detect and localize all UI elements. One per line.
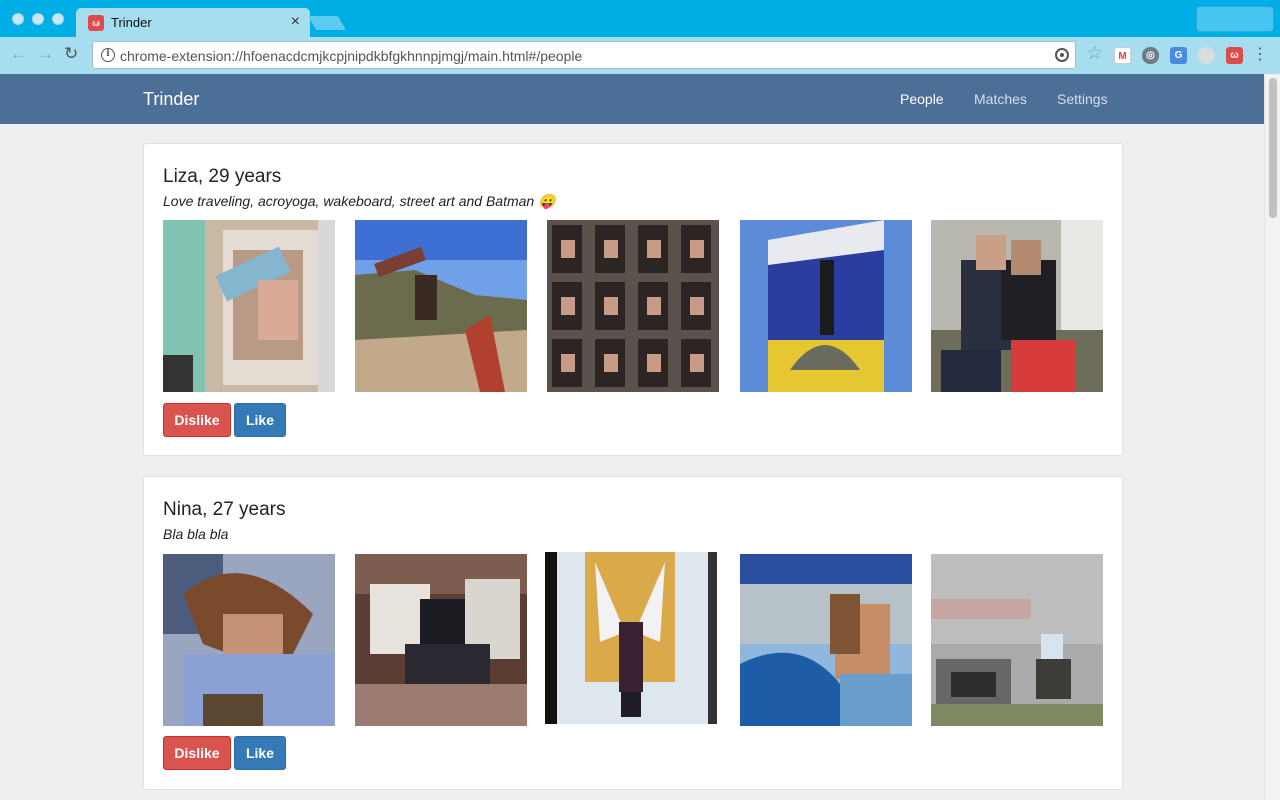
profile-bio: Love traveling, acroyoga, wakeboard, str…	[163, 193, 556, 209]
profile-photo[interactable]	[545, 552, 717, 724]
like-button[interactable]: Like	[234, 736, 286, 770]
location-icon[interactable]	[1055, 48, 1069, 62]
browser-profile-button[interactable]	[1196, 6, 1274, 32]
profile-bio: Bla bla bla	[163, 526, 229, 542]
window-minimize-icon[interactable]	[32, 13, 44, 25]
browser-menu-icon[interactable]: ⋮	[1252, 45, 1268, 65]
tab-close-icon[interactable]: ×	[291, 13, 300, 31]
profile-card: Nina, 27 years Bla bla bla Dislike Like	[143, 476, 1123, 790]
nav-settings[interactable]: Settings	[1057, 91, 1108, 107]
profile-name: Nina, 27 years	[163, 499, 286, 520]
profile-photo[interactable]	[931, 220, 1103, 392]
dislike-button[interactable]: Dislike	[163, 736, 231, 770]
forward-arrow-icon[interactable]: →	[37, 44, 54, 64]
browser-tab[interactable]: ω Trinder ×	[76, 8, 310, 38]
nav-matches[interactable]: Matches	[974, 91, 1027, 107]
profile-photo[interactable]	[355, 220, 527, 392]
profile-photo[interactable]	[740, 220, 912, 392]
profile-card: Liza, 29 years Love traveling, acroyoga,…	[143, 143, 1123, 456]
translate-extension-icon[interactable]: G	[1170, 47, 1187, 64]
like-button[interactable]: Like	[234, 403, 286, 437]
page-scrollbar[interactable]	[1264, 74, 1280, 800]
address-bar[interactable]: i chrome-extension://hfoenacdcmjkcpjnipd…	[92, 41, 1076, 69]
profile-name: Liza, 29 years	[163, 166, 282, 187]
tinder-favicon-icon: ω	[88, 15, 104, 31]
url-text[interactable]: chrome-extension://hfoenacdcmjkcpjnipdkb…	[120, 48, 582, 64]
browser-tabstrip: ω Trinder ×	[0, 0, 1280, 38]
app-brand[interactable]: Trinder	[143, 89, 199, 110]
profile-photo[interactable]	[931, 554, 1103, 726]
new-tab-button[interactable]	[307, 16, 347, 30]
reload-icon[interactable]: ↻	[64, 44, 78, 64]
browser-toolbar: ← → ↻ i chrome-extension://hfoenacdcmjkc…	[0, 37, 1280, 74]
dislike-button[interactable]: Dislike	[163, 403, 231, 437]
info-icon[interactable]: i	[101, 48, 115, 62]
app-navbar: Trinder People Matches Settings	[0, 74, 1264, 124]
window-close-icon[interactable]	[12, 13, 24, 25]
tab-title: Trinder	[111, 15, 152, 30]
shield-extension-icon[interactable]: ◎	[1142, 47, 1159, 64]
back-arrow-icon[interactable]: ←	[10, 44, 27, 64]
profile-photo[interactable]	[355, 554, 527, 726]
profile-photo[interactable]	[547, 220, 719, 392]
scrollbar-thumb[interactable]	[1269, 78, 1277, 218]
profile-photo[interactable]	[740, 554, 912, 726]
sync-extension-icon[interactable]	[1198, 47, 1215, 64]
bookmark-star-icon[interactable]: ☆	[1086, 43, 1103, 65]
nav-people[interactable]: People	[900, 91, 944, 107]
profile-photo[interactable]	[163, 554, 335, 726]
trinder-extension-icon[interactable]: ω	[1226, 47, 1243, 64]
window-maximize-icon[interactable]	[52, 13, 64, 25]
gmail-extension-icon[interactable]: M	[1114, 47, 1131, 64]
profile-photo[interactable]	[163, 220, 335, 392]
